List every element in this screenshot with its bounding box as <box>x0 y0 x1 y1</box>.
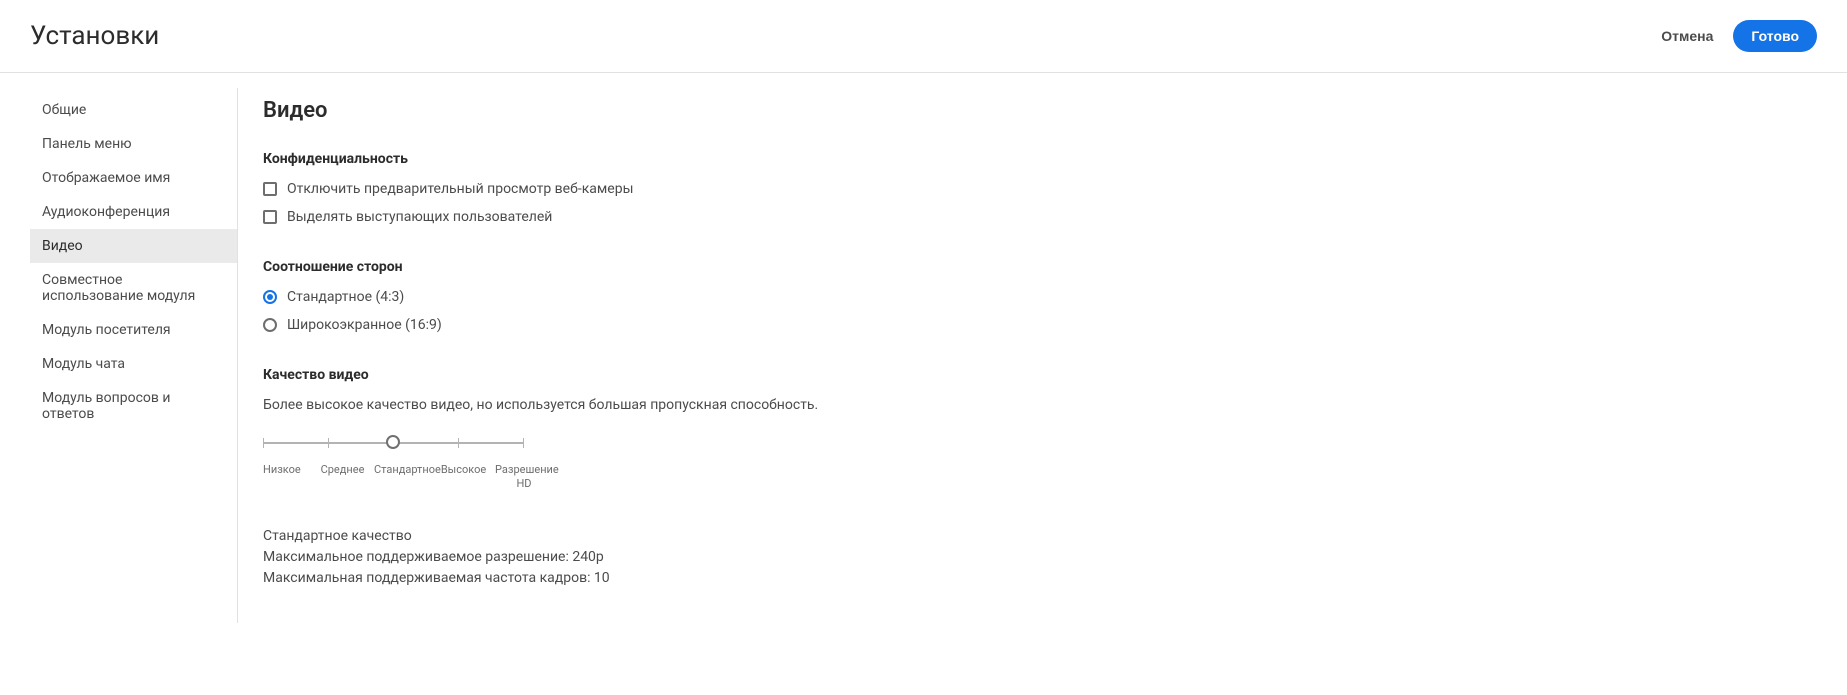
sidebar-item-4[interactable]: Видео <box>30 229 237 263</box>
sidebar: ОбщиеПанель менюОтображаемое имяАудиокон… <box>30 88 238 623</box>
done-button[interactable]: Готово <box>1733 20 1817 52</box>
sidebar-item-7[interactable]: Модуль чата <box>30 347 237 381</box>
section-privacy: Конфиденциальность Отключить предварител… <box>263 151 1817 225</box>
sidebar-item-8[interactable]: Модуль вопросов и ответов <box>30 381 237 431</box>
slider-tick <box>458 438 459 448</box>
slider-tick <box>328 438 329 448</box>
header: Установки Отмена Готово <box>0 0 1847 73</box>
cancel-button[interactable]: Отмена <box>1661 28 1713 44</box>
slider-tick-label: Среднее <box>314 463 372 492</box>
radio-label: Стандартное (4:3) <box>287 289 404 305</box>
slider-tick <box>523 438 524 448</box>
checkbox-label: Выделять выступающих пользователей <box>287 209 552 225</box>
header-actions: Отмена Готово <box>1661 20 1817 52</box>
privacy-checkbox-1[interactable]: Выделять выступающих пользователей <box>263 209 1817 225</box>
quality-description: Более высокое качество видео, но использ… <box>263 397 1817 413</box>
section-aspect: Соотношение сторон Стандартное (4:3) Широ… <box>263 259 1817 333</box>
sidebar-item-1[interactable]: Панель меню <box>30 127 237 161</box>
aspect-heading: Соотношение сторон <box>263 259 1817 275</box>
checkbox-label: Отключить предварительный просмотр веб-к… <box>287 181 633 197</box>
quality-info-line1: Стандартное качество <box>263 526 1817 547</box>
slider-tick-label: Стандартное <box>374 463 432 492</box>
radio-icon <box>263 318 277 332</box>
quality-slider[interactable] <box>263 433 523 453</box>
privacy-checkbox-0[interactable]: Отключить предварительный просмотр веб-к… <box>263 181 1817 197</box>
sidebar-item-3[interactable]: Аудиоконференция <box>30 195 237 229</box>
slider-thumb[interactable] <box>386 435 400 449</box>
sidebar-item-6[interactable]: Модуль посетителя <box>30 313 237 347</box>
slider-tick <box>263 438 264 448</box>
slider-labels: НизкоеСреднееСтандартноеВысокоеРазрешени… <box>263 463 553 492</box>
content: Видео Конфиденциальность Отключить предв… <box>238 88 1817 623</box>
slider-tick-label: Низкое <box>263 463 311 492</box>
privacy-heading: Конфиденциальность <box>263 151 1817 167</box>
radio-icon <box>263 290 277 304</box>
sidebar-item-0[interactable]: Общие <box>30 93 237 127</box>
sidebar-item-5[interactable]: Совместное использование модуля <box>30 263 237 313</box>
quality-info: Стандартное качество Максимальное поддер… <box>263 526 1817 589</box>
quality-info-line3: Максимальная поддерживаемая частота кадр… <box>263 568 1817 589</box>
sidebar-item-2[interactable]: Отображаемое имя <box>30 161 237 195</box>
content-title: Видео <box>263 98 1817 123</box>
aspect-radio-0[interactable]: Стандартное (4:3) <box>263 289 1817 305</box>
slider-tick-label: Разрешение HD <box>495 463 553 492</box>
radio-label: Широкоэкранное (16:9) <box>287 317 442 333</box>
slider-tick-label: Высокое <box>435 463 493 492</box>
checkbox-icon <box>263 210 277 224</box>
aspect-radio-1[interactable]: Широкоэкранное (16:9) <box>263 317 1817 333</box>
body: ОбщиеПанель менюОтображаемое имяАудиокон… <box>0 73 1847 653</box>
section-quality: Качество видео Более высокое качество ви… <box>263 367 1817 589</box>
checkbox-icon <box>263 182 277 196</box>
quality-info-line2: Максимальное поддерживаемое разрешение: … <box>263 547 1817 568</box>
page-title: Установки <box>30 21 159 51</box>
quality-heading: Качество видео <box>263 367 1817 383</box>
